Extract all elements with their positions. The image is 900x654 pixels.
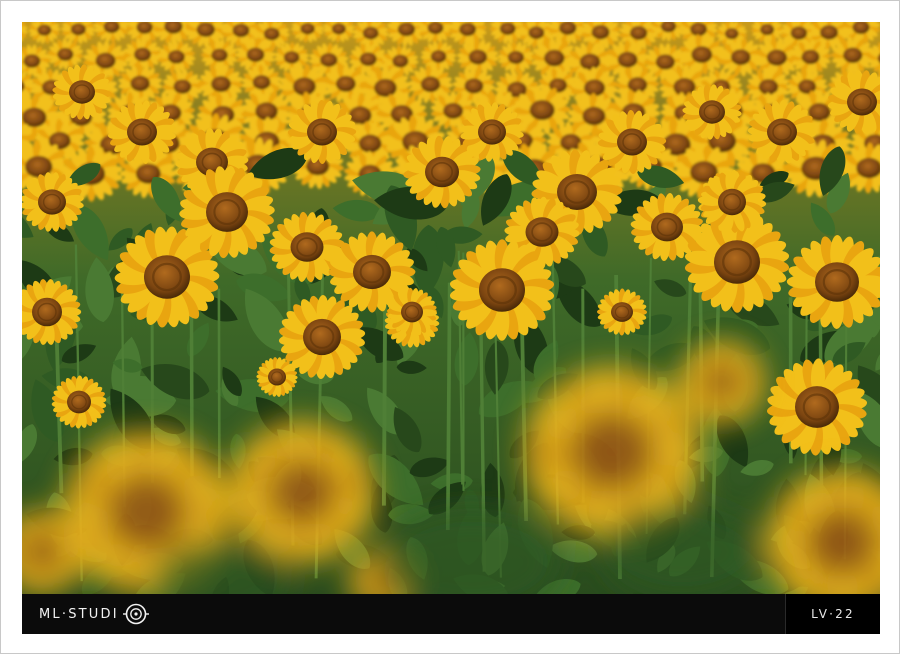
sunflower-field-image bbox=[22, 22, 880, 594]
brand: ML·STUDI bbox=[39, 594, 151, 634]
sunflower-photo bbox=[22, 22, 880, 594]
camera-lens-o-icon bbox=[121, 602, 151, 626]
stem-shape bbox=[217, 288, 221, 479]
caption-bar: ML·STUDI LV·22 bbox=[22, 594, 880, 634]
level-label: LV·22 bbox=[811, 607, 855, 621]
photo-frame: ML·STUDI LV·22 bbox=[0, 0, 900, 654]
stem-shape bbox=[445, 282, 452, 531]
level-badge: LV·22 bbox=[785, 594, 880, 634]
brand-label: ML·STUDI bbox=[39, 606, 119, 622]
sunflower-icon bbox=[597, 288, 647, 336]
sunflower-icon bbox=[287, 100, 357, 164]
